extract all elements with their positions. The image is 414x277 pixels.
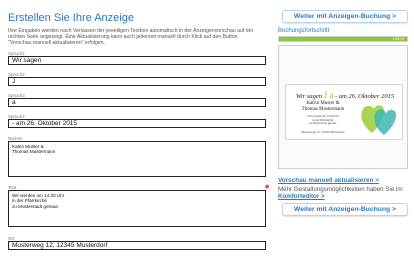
progress-fill: 100 %	[279, 37, 407, 41]
preview-head-ja: J a	[323, 90, 334, 100]
ad-form: Erstellen Sie Ihre Anzeige Ihre Eingaben…	[8, 0, 266, 250]
field-ort: Ort Musterweg 12, 12345 Musterdorf	[8, 236, 266, 250]
ad-preview: Wir sagen J a - am 26. Oktober 2015 Katr…	[278, 45, 408, 169]
spruch2-input[interactable]: J	[8, 77, 266, 86]
progress-label: Buchungsfortschritt	[278, 28, 330, 34]
preview-text: Wir werden um 14.30 Uhr in der Pfarrkirc…	[294, 114, 352, 126]
preview-text-line: zu Musterstadt getraut.	[309, 121, 337, 126]
preview-name-line: Thomas Mustermann	[301, 107, 345, 112]
more-options-text: Mehr Gestaltungsmöglichkeiten haben Sie …	[278, 186, 410, 200]
text-textarea[interactable]: Wir werden um 14.30 Uhr in der Pfarrkirc…	[8, 190, 266, 227]
field-text: Text Wir werden um 14.30 Uhr in der Pfar…	[8, 185, 266, 227]
continue-booking-button[interactable]: Weiter mit Anzeigen-Buchung >	[282, 10, 408, 23]
progress-bar: 100 %	[278, 36, 408, 42]
field-namen: Namen Katrin Muster & Thomas Mustermann	[8, 136, 266, 177]
preview-card: Wir sagen J a - am 26. Oktober 2015 Katr…	[285, 84, 403, 140]
field-spruch3: Spruch3 a	[8, 93, 266, 107]
teal-heart-icon	[374, 109, 396, 135]
ort-input[interactable]: Musterweg 12, 12345 Musterdorf	[8, 241, 266, 250]
preview-address: Musterweg 12, 12345 Musterdorf	[301, 130, 345, 134]
page-title: Erstellen Sie Ihre Anzeige	[8, 12, 134, 24]
spruch4-input[interactable]: - am 26. Oktober 2015	[8, 119, 266, 128]
refresh-preview-link[interactable]: Vorschau manuell aktualisieren >	[278, 177, 379, 184]
namen-textarea[interactable]: Katrin Muster & Thomas Mustermann	[8, 141, 266, 177]
textarea-line: zu Musterstadt getraut.	[12, 203, 59, 209]
preview-head-left: Wir sagen	[295, 93, 323, 100]
required-star-icon: *	[265, 183, 270, 195]
continue-booking-button-bottom[interactable]: Weiter mit Anzeigen-Buchung >	[282, 203, 408, 216]
progress-text: 100 %	[392, 36, 404, 41]
spruch3-input[interactable]: a	[8, 98, 266, 107]
komforteditor-link[interactable]: Komforteditor >	[278, 193, 325, 200]
field-spruch4: Spruch4 - am 26. Oktober 2015	[8, 114, 266, 128]
more-options-label: Mehr Gestaltungsmöglichkeiten haben Sie …	[278, 186, 403, 193]
intro-text: Ihre Eingaben werden nach Verlassen der …	[8, 28, 254, 46]
field-spruch1: Spruch1 Wir sagen	[8, 51, 266, 65]
spruch1-input[interactable]: Wir sagen	[8, 56, 266, 65]
preview-names: Katrin Muster & Thomas Mustermann	[292, 101, 354, 113]
field-spruch2: Spruch2 J	[8, 72, 266, 86]
hearts-icon	[361, 105, 396, 135]
textarea-line: Thomas Mustermann	[12, 149, 56, 155]
